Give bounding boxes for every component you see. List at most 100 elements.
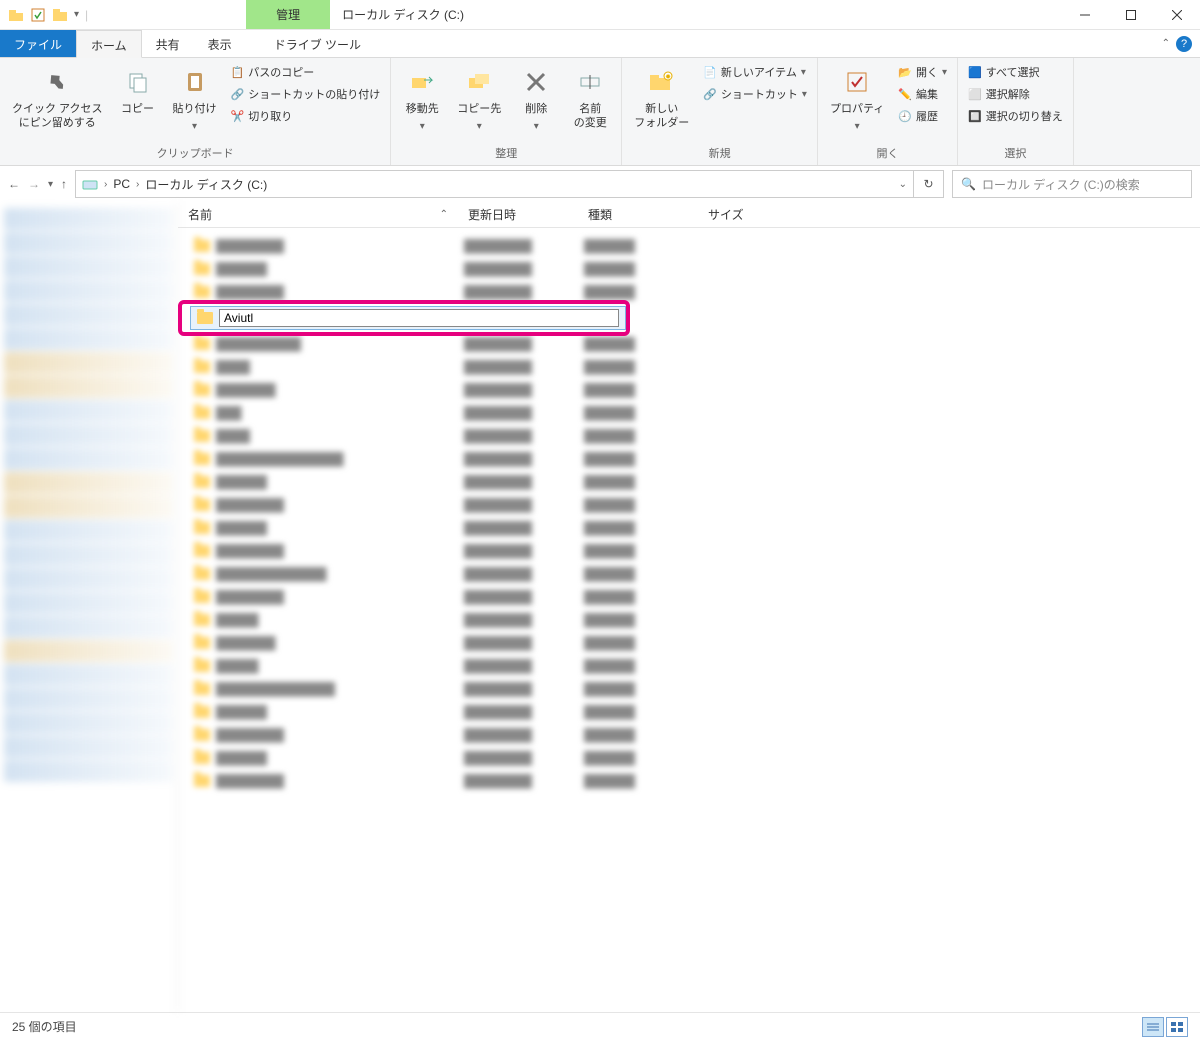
breadcrumb-pc[interactable]: PC bbox=[113, 177, 130, 191]
search-icon: 🔍 bbox=[961, 177, 976, 191]
tab-home[interactable]: ホーム bbox=[76, 30, 142, 58]
up-button[interactable]: ↑ bbox=[61, 177, 67, 191]
cut-button[interactable]: ✂️切り取り bbox=[227, 106, 385, 126]
copy-button[interactable]: コピー bbox=[113, 62, 163, 120]
ribbon: クイック アクセス にピン留めする コピー 貼り付け ▾ 📋パスのコピー 🔗ショ… bbox=[0, 58, 1200, 166]
address-dropdown-icon[interactable]: ⌄ bbox=[899, 179, 907, 190]
explorer-icon bbox=[8, 7, 24, 23]
history-button[interactable]: 🕘履歴 bbox=[894, 106, 951, 126]
move-to-button[interactable]: 移動先▾ bbox=[397, 62, 447, 137]
quick-access-toolbar: ▾ | bbox=[0, 7, 96, 23]
new-item-button[interactable]: 📄新しいアイテム▾ bbox=[699, 62, 811, 82]
search-placeholder: ローカル ディスク (C:)の検索 bbox=[982, 176, 1140, 193]
invert-icon: 🔲 bbox=[968, 110, 982, 123]
tab-share[interactable]: 共有 bbox=[142, 30, 194, 57]
paste-shortcut-button[interactable]: 🔗ショートカットの貼り付け bbox=[227, 84, 385, 104]
column-date[interactable]: 更新日時 bbox=[458, 206, 578, 223]
shortcut-icon: 🔗 bbox=[703, 88, 717, 101]
scissors-icon: ✂️ bbox=[231, 110, 245, 123]
svg-text:✹: ✹ bbox=[665, 73, 671, 81]
address-bar[interactable]: › PC › ローカル ディスク (C:) ⌄ bbox=[75, 170, 914, 198]
sort-asc-icon: ⌃ bbox=[440, 209, 448, 220]
new-shortcut-button[interactable]: 🔗ショートカット▾ bbox=[699, 84, 811, 104]
copy-to-button[interactable]: コピー先▾ bbox=[451, 62, 507, 137]
close-button[interactable] bbox=[1154, 0, 1200, 30]
new-folder-icon: ✹ bbox=[646, 66, 678, 98]
refresh-button[interactable]: ↻ bbox=[914, 170, 944, 198]
open-icon: 📂 bbox=[898, 66, 912, 79]
collapse-ribbon-icon[interactable]: ⌃ bbox=[1162, 38, 1170, 49]
back-button[interactable]: ← bbox=[8, 177, 20, 191]
shortcut-paste-icon: 🔗 bbox=[231, 88, 245, 101]
navigation-pane[interactable] bbox=[0, 202, 178, 1012]
ribbon-group-clipboard: クイック アクセス にピン留めする コピー 貼り付け ▾ 📋パスのコピー 🔗ショ… bbox=[0, 58, 391, 165]
breadcrumb-drive[interactable]: ローカル ディスク (C:) bbox=[145, 176, 267, 193]
ribbon-group-select: 🟦すべて選択 ⬜選択解除 🔲選択の切り替え 選択 bbox=[958, 58, 1074, 165]
column-size[interactable]: サイズ bbox=[698, 206, 778, 223]
rename-input[interactable] bbox=[219, 309, 619, 327]
paste-icon bbox=[179, 66, 211, 98]
select-all-icon: 🟦 bbox=[968, 66, 982, 79]
item-count: 25 個の項目 bbox=[12, 1018, 77, 1035]
organize-group-label: 整理 bbox=[397, 143, 615, 163]
new-folder-button[interactable]: ✹ 新しい フォルダー bbox=[628, 62, 695, 135]
copy-path-button[interactable]: 📋パスのコピー bbox=[227, 62, 385, 82]
delete-icon bbox=[520, 66, 552, 98]
qat-dropdown-icon[interactable]: ▾ bbox=[74, 9, 79, 20]
rename-button[interactable]: 名前 の変更 bbox=[565, 62, 615, 135]
clipboard-group-label: クリップボード bbox=[6, 143, 384, 163]
drive-icon bbox=[82, 176, 98, 192]
main-area: 名前⌃ 更新日時 種類 サイズ ██████████████████████ █… bbox=[0, 202, 1200, 1012]
window-title: ローカル ディスク (C:) bbox=[330, 6, 476, 23]
search-box[interactable]: 🔍 ローカル ディスク (C:)の検索 bbox=[952, 170, 1192, 198]
tab-file[interactable]: ファイル bbox=[0, 30, 76, 57]
recent-dropdown-icon[interactable]: ▾ bbox=[48, 179, 53, 190]
status-bar: 25 個の項目 bbox=[0, 1012, 1200, 1040]
forward-button[interactable]: → bbox=[28, 177, 40, 191]
select-none-button[interactable]: ⬜選択解除 bbox=[964, 84, 1067, 104]
help-icon[interactable]: ? bbox=[1176, 36, 1192, 52]
manage-contextual-tab[interactable]: 管理 bbox=[246, 0, 330, 29]
copy-icon bbox=[122, 66, 154, 98]
open-button[interactable]: 📂開く▾ bbox=[894, 62, 951, 82]
ribbon-group-open: プロパティ▾ 📂開く▾ ✏️編集 🕘履歴 開く bbox=[818, 58, 958, 165]
edit-icon: ✏️ bbox=[898, 88, 912, 101]
column-type[interactable]: 種類 bbox=[578, 206, 698, 223]
details-view-icon[interactable] bbox=[1142, 1017, 1164, 1037]
new-group-label: 新規 bbox=[628, 143, 811, 163]
minimize-button[interactable] bbox=[1062, 0, 1108, 30]
maximize-button[interactable] bbox=[1108, 0, 1154, 30]
properties-button[interactable]: プロパティ▾ bbox=[824, 62, 890, 137]
path-icon: 📋 bbox=[231, 66, 245, 79]
new-item-icon: 📄 bbox=[703, 66, 717, 79]
invert-selection-button[interactable]: 🔲選択の切り替え bbox=[964, 106, 1067, 126]
ribbon-tabs: ファイル ホーム 共有 表示 ドライブ ツール ⌃ ? bbox=[0, 30, 1200, 58]
pin-icon bbox=[41, 66, 73, 98]
history-icon: 🕘 bbox=[898, 110, 912, 123]
content-pane: 名前⌃ 更新日時 種類 サイズ ██████████████████████ █… bbox=[178, 202, 1200, 1012]
folder-icon bbox=[197, 312, 213, 324]
tab-view[interactable]: 表示 bbox=[194, 30, 246, 57]
column-headers[interactable]: 名前⌃ 更新日時 種類 サイズ bbox=[178, 202, 1200, 228]
select-none-icon: ⬜ bbox=[968, 88, 982, 101]
properties-qat-icon[interactable] bbox=[30, 7, 46, 23]
tab-drive-tools[interactable]: ドライブ ツール bbox=[260, 30, 375, 57]
column-name[interactable]: 名前⌃ bbox=[178, 206, 458, 223]
pin-quick-access-button[interactable]: クイック アクセス にピン留めする bbox=[6, 62, 109, 135]
delete-button[interactable]: 削除▾ bbox=[511, 62, 561, 137]
large-icons-view-icon[interactable] bbox=[1166, 1017, 1188, 1037]
ribbon-group-organize: 移動先▾ コピー先▾ 削除▾ 名前 の変更 整理 bbox=[391, 58, 622, 165]
title-bar: ▾ | 管理 ローカル ディスク (C:) bbox=[0, 0, 1200, 30]
folder-qat-icon[interactable] bbox=[52, 7, 68, 23]
edit-button[interactable]: ✏️編集 bbox=[894, 84, 951, 104]
properties-icon bbox=[841, 66, 873, 98]
rename-row[interactable] bbox=[190, 306, 626, 330]
paste-button[interactable]: 貼り付け ▾ bbox=[167, 62, 223, 137]
file-list[interactable]: ██████████████████████ █████████████████… bbox=[178, 228, 1200, 1012]
ribbon-group-new: ✹ 新しい フォルダー 📄新しいアイテム▾ 🔗ショートカット▾ 新規 bbox=[622, 58, 818, 165]
select-all-button[interactable]: 🟦すべて選択 bbox=[964, 62, 1067, 82]
open-group-label: 開く bbox=[824, 143, 951, 163]
rename-icon bbox=[574, 66, 606, 98]
select-group-label: 選択 bbox=[964, 143, 1067, 163]
copy-to-icon bbox=[463, 66, 495, 98]
